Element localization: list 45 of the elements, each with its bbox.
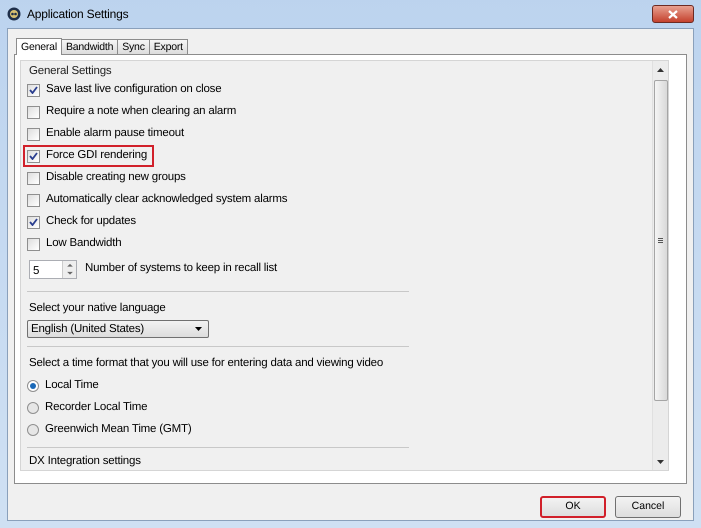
checkbox-label[interactable]: Disable creating new groups	[44, 168, 188, 188]
number-spinner[interactable]: 5	[29, 260, 77, 278]
radio-button[interactable]	[27, 424, 39, 436]
scroll-down-icon[interactable]	[657, 460, 664, 464]
window-title: Application Settings	[27, 6, 128, 23]
radio-label[interactable]: Greenwich Mean Time (GMT)	[43, 420, 194, 440]
radio-label[interactable]: Recorder Local Time	[43, 398, 150, 418]
group-title: General Settings	[28, 64, 112, 79]
section-label: DX Integration settings	[28, 454, 142, 468]
checkbox[interactable]	[27, 172, 40, 184]
dialog-button[interactable]: Cancel	[615, 496, 681, 518]
checkbox[interactable]	[27, 84, 40, 96]
close-icon	[668, 10, 678, 18]
caret-icon	[195, 327, 202, 332]
vertical-scrollbar[interactable]	[652, 61, 668, 470]
checkbox[interactable]	[27, 238, 40, 250]
language-dropdown[interactable]: English (United States)	[27, 320, 209, 338]
checkbox-label[interactable]: Check for updates	[44, 212, 138, 232]
checkbox-label[interactable]: Require a note when clearing an alarm	[44, 102, 238, 122]
checkbox-label[interactable]: Force GDI rendering	[44, 146, 150, 166]
section-label: Select your native language	[28, 301, 167, 316]
grip-icon	[658, 238, 663, 243]
dialog-button[interactable]: OK	[540, 496, 606, 518]
tab[interactable]: General	[16, 38, 62, 55]
radio-button[interactable]	[27, 380, 39, 392]
tab[interactable]: Bandwidth	[60, 39, 118, 54]
scroll-up-icon[interactable]	[657, 68, 664, 72]
tab[interactable]: Sync	[117, 39, 150, 54]
tab[interactable]: Export	[148, 39, 188, 54]
checkbox[interactable]	[27, 150, 40, 162]
checkbox[interactable]	[27, 128, 40, 140]
checkbox[interactable]	[27, 106, 40, 118]
checkbox-label[interactable]: Save last live configuration on close	[44, 80, 224, 100]
checkbox[interactable]	[27, 216, 40, 228]
radio-label[interactable]: Local Time	[43, 376, 101, 396]
checkbox-label[interactable]: Enable alarm pause timeout	[44, 124, 186, 144]
checkbox[interactable]	[27, 194, 40, 206]
scroll-thumb[interactable]	[654, 80, 668, 401]
spinner-label: Number of systems to keep in recall list	[85, 261, 278, 276]
checkbox-label[interactable]: Automatically clear acknowledged system alarms	[44, 190, 290, 210]
checkbox-label[interactable]: Low Bandwidth	[44, 234, 124, 254]
section-label: Select a time format that you will use for entering data and viewing video	[28, 356, 384, 372]
app-logo-icon	[7, 7, 21, 21]
radio-button[interactable]	[27, 402, 39, 414]
close-button[interactable]	[652, 5, 694, 23]
